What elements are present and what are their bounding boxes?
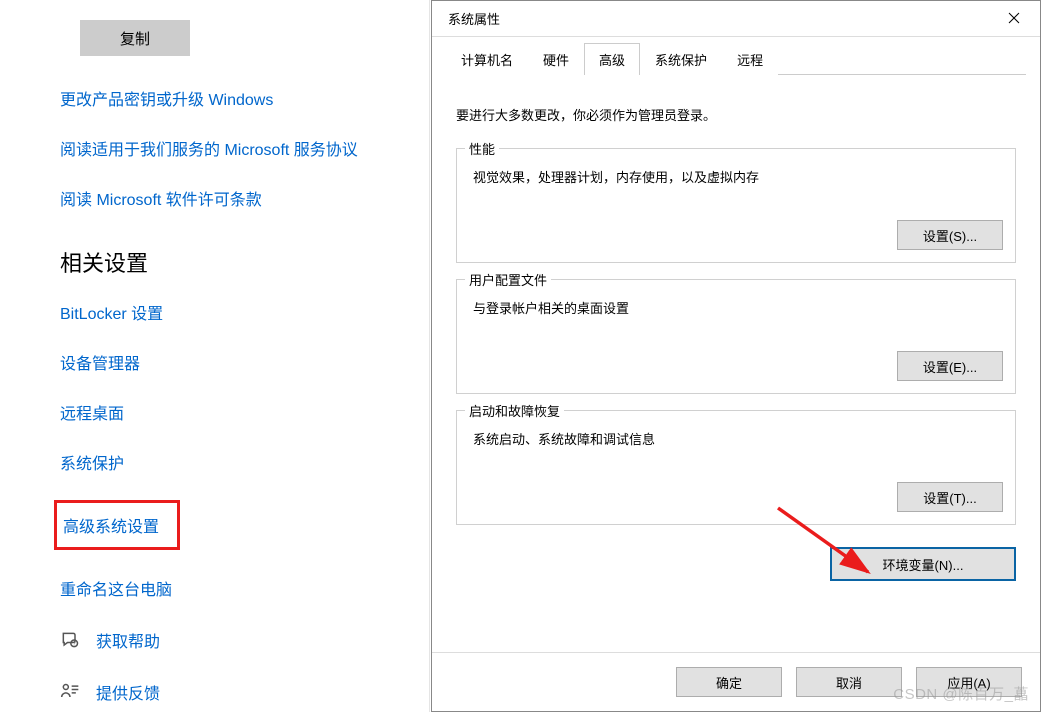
rename-pc-link[interactable]: 重命名这台电脑 <box>60 576 429 600</box>
device-manager-link[interactable]: 设备管理器 <box>60 350 429 374</box>
feedback-label: 提供反馈 <box>96 680 160 704</box>
tab-hardware[interactable]: 硬件 <box>528 43 584 75</box>
tab-body-advanced: 要进行大多数更改，你必须作为管理员登录。 性能 视觉效果，处理器计划，内存使用，… <box>432 75 1040 652</box>
performance-settings-button[interactable]: 设置(S)... <box>897 220 1003 250</box>
environment-variables-button[interactable]: 环境变量(N)... <box>830 547 1016 581</box>
startup-recovery-desc: 系统启动、系统故障和调试信息 <box>473 429 1003 448</box>
ms-service-agreement-link[interactable]: 阅读适用于我们服务的 Microsoft 服务协议 <box>60 136 429 160</box>
system-protection-link[interactable]: 系统保护 <box>60 450 429 474</box>
change-product-key-link[interactable]: 更改产品密钥或升级 Windows <box>60 86 429 110</box>
performance-legend: 性能 <box>465 139 499 158</box>
system-properties-dialog: 系统属性 计算机名 硬件 高级 系统保护 远程 要进行大多数更改，你必须作为管理… <box>431 0 1041 712</box>
tab-computer-name[interactable]: 计算机名 <box>446 43 528 75</box>
user-profile-group: 用户配置文件 与登录帐户相关的桌面设置 设置(E)... <box>456 279 1016 394</box>
close-icon <box>1008 11 1020 27</box>
user-profile-legend: 用户配置文件 <box>465 270 551 289</box>
advanced-system-settings-link[interactable]: 高级系统设置 <box>63 513 159 537</box>
settings-left-panel: 复制 更改产品密钥或升级 Windows 阅读适用于我们服务的 Microsof… <box>0 0 430 712</box>
startup-recovery-settings-button[interactable]: 设置(T)... <box>897 482 1003 512</box>
tab-strip: 计算机名 硬件 高级 系统保护 远程 <box>432 37 1040 75</box>
ms-license-terms-link[interactable]: 阅读 Microsoft 软件许可条款 <box>60 186 429 210</box>
cancel-button[interactable]: 取消 <box>796 667 902 697</box>
chat-help-icon: ? <box>60 630 80 650</box>
related-settings-heading: 相关设置 <box>60 246 429 278</box>
startup-recovery-legend: 启动和故障恢复 <box>465 401 564 420</box>
svg-text:?: ? <box>73 641 76 647</box>
tab-advanced[interactable]: 高级 <box>584 43 640 75</box>
close-button[interactable] <box>992 4 1036 34</box>
dialog-title: 系统属性 <box>448 9 992 28</box>
admin-note: 要进行大多数更改，你必须作为管理员登录。 <box>456 105 1016 124</box>
dialog-titlebar: 系统属性 <box>432 1 1040 37</box>
tab-remote[interactable]: 远程 <box>722 43 778 75</box>
performance-desc: 视觉效果，处理器计划，内存使用，以及虚拟内存 <box>473 167 1003 186</box>
copy-button[interactable]: 复制 <box>80 20 190 56</box>
ok-button[interactable]: 确定 <box>676 667 782 697</box>
remote-desktop-link[interactable]: 远程桌面 <box>60 400 429 424</box>
get-help-row[interactable]: ? 获取帮助 <box>60 628 429 652</box>
watermark: CSDN @陈百万_藠 <box>893 683 1029 704</box>
get-help-label: 获取帮助 <box>96 628 160 652</box>
feedback-icon <box>60 682 80 702</box>
highlight-annotation: 高级系统设置 <box>54 500 180 550</box>
user-profile-settings-button[interactable]: 设置(E)... <box>897 351 1003 381</box>
performance-group: 性能 视觉效果，处理器计划，内存使用，以及虚拟内存 设置(S)... <box>456 148 1016 263</box>
tab-system-protection[interactable]: 系统保护 <box>640 43 722 75</box>
feedback-row[interactable]: 提供反馈 <box>60 680 429 704</box>
startup-recovery-group: 启动和故障恢复 系统启动、系统故障和调试信息 设置(T)... <box>456 410 1016 525</box>
user-profile-desc: 与登录帐户相关的桌面设置 <box>473 298 1003 317</box>
bitlocker-link[interactable]: BitLocker 设置 <box>60 300 429 324</box>
